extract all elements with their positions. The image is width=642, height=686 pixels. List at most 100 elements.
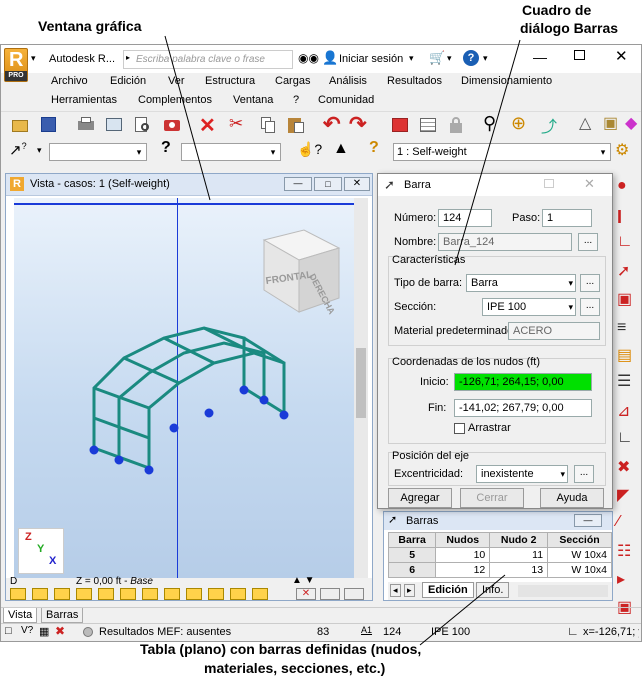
view-icon-6[interactable] [120, 588, 136, 600]
doc-tab-barras[interactable]: Barras [41, 608, 84, 623]
view-icon-10[interactable] [208, 588, 224, 600]
bars-table-minimize-button[interactable]: — [574, 514, 602, 527]
maximize-icon[interactable] [574, 50, 585, 60]
nombre-field[interactable]: Barra_124 [438, 233, 572, 251]
nombre-more-button[interactable]: ... [578, 233, 598, 251]
view-icon-7[interactable] [142, 588, 158, 600]
help-icon[interactable]: ? [463, 50, 479, 66]
signin-dropdown-icon[interactable]: ▾ [409, 53, 414, 64]
view-restore-button[interactable]: □ [314, 177, 342, 191]
view-cube[interactable]: FRONTAL DERECHA [254, 220, 344, 315]
view3d-icon[interactable]: ◆ [625, 113, 637, 133]
supports-icon[interactable]: ∟ [617, 233, 633, 251]
view-icon-2[interactable] [32, 588, 48, 600]
load-case-icon[interactable]: ▲ [333, 140, 349, 158]
bar-dialog-maximize-icon[interactable] [544, 179, 554, 188]
cart-icon[interactable]: 🛒 [429, 50, 445, 66]
undo-icon[interactable]: ↶ [323, 112, 341, 137]
mesh-icon[interactable]: ▣ [603, 113, 618, 133]
excentricidad-more-button[interactable]: ... [574, 465, 594, 483]
table-cell[interactable]: 12 [435, 562, 491, 578]
agregar-button[interactable]: Agregar [388, 488, 452, 508]
column-header[interactable]: Barra [387, 532, 437, 548]
status-query-icon[interactable]: V? [21, 625, 33, 636]
cables-icon[interactable]: ✖ [617, 457, 630, 477]
nodes-icon[interactable]: ● [617, 177, 627, 195]
case-settings-icon[interactable]: ⚙ [615, 140, 629, 160]
menu-ventana[interactable]: Ventana [233, 94, 273, 106]
view-icon-5[interactable] [98, 588, 114, 600]
status-cross-icon[interactable]: ✖ [55, 624, 65, 638]
viewport-3d[interactable]: FRONTAL DERECHA Z Y X [14, 198, 368, 578]
table-icon[interactable] [417, 114, 439, 136]
seccion-select[interactable]: IPE 100 ▾ [482, 298, 576, 316]
tipo-more-button[interactable]: ... [580, 274, 600, 292]
paste-icon[interactable] [285, 114, 307, 136]
help-dropdown-icon[interactable]: ▾ [483, 53, 488, 64]
arrastrar-checkbox[interactable] [454, 423, 465, 434]
paso-field[interactable]: 1 [542, 209, 592, 227]
doc-tab-vista[interactable]: Vista [3, 608, 38, 623]
menu-cargas[interactable]: Cargas [275, 75, 310, 87]
column-header[interactable]: Sección [547, 532, 612, 548]
robot-pro-logo[interactable]: R PRO [4, 48, 28, 82]
app-menu-arrow[interactable]: ▾ [31, 53, 36, 64]
viewport-scroll-thumb[interactable] [356, 348, 366, 418]
menu-complementos[interactable]: Complementos [138, 94, 212, 106]
minimize-icon[interactable]: — [533, 49, 547, 65]
truss-icon[interactable]: ☷ [617, 541, 631, 561]
print-icon[interactable] [75, 114, 97, 136]
hinge-icon[interactable]: ◤ [617, 485, 629, 505]
tab-info[interactable]: Info. [476, 582, 510, 598]
view-icon-4[interactable] [76, 588, 92, 600]
view-icon-3[interactable] [54, 588, 70, 600]
calculator-icon[interactable] [389, 114, 411, 136]
view-minimize-button[interactable]: — [284, 177, 312, 191]
viewport-vertical-scrollbar[interactable] [354, 198, 368, 578]
view-icon-11[interactable] [230, 588, 246, 600]
view-icon-12[interactable] [252, 588, 268, 600]
close-icon[interactable]: ✕ [615, 47, 628, 65]
menu-ver[interactable]: Ver [168, 75, 185, 87]
status-grid-icon[interactable]: ▦ [39, 625, 49, 638]
view-icon-15[interactable] [344, 588, 364, 600]
book-icon[interactable] [103, 114, 125, 136]
table-cell[interactable]: W 10x4 [547, 562, 612, 578]
materials-icon[interactable]: ▣ [617, 289, 632, 309]
node-selection-combo[interactable]: ▾ [181, 143, 281, 161]
view-icon-9[interactable] [186, 588, 202, 600]
search-box[interactable]: ▸ Escriba palabra clave o frase [123, 50, 293, 69]
bars-table-hscroll[interactable] [518, 585, 608, 597]
menu-edicion[interactable]: Edición [110, 75, 146, 87]
view-icon-8[interactable] [164, 588, 180, 600]
column-header[interactable]: Nudo 2 [489, 532, 549, 548]
fin-field[interactable]: -141,02; 267,79; 0,00 [454, 399, 592, 417]
offsets-icon[interactable]: ▤ [617, 345, 632, 365]
more-tools-icon[interactable]: ▸ [617, 569, 625, 589]
tab-scroll-right-icon[interactable]: ▸ [404, 584, 415, 597]
tipo-select[interactable]: Barra ▾ [466, 274, 576, 292]
delete-icon[interactable]: ✕ [199, 113, 216, 138]
redo-icon[interactable]: ↷ [349, 112, 367, 137]
signin-link[interactable]: Iniciar sesión [339, 53, 403, 65]
cerrar-button[interactable]: Cerrar [460, 488, 524, 508]
table-cell[interactable]: 11 [489, 547, 549, 563]
menu-analisis[interactable]: Análisis [329, 75, 367, 87]
releases-icon[interactable]: ≡ [617, 319, 626, 337]
tab-scroll-left-icon[interactable]: ◂ [390, 584, 401, 597]
select-pointer-icon[interactable]: ↗? [9, 141, 27, 159]
view-close-button[interactable]: ✕ [344, 177, 370, 191]
camera-icon[interactable] [161, 114, 183, 136]
properties-icon[interactable]: ☝? [297, 141, 322, 158]
menu-resultados[interactable]: Resultados [387, 75, 442, 87]
node-select-icon[interactable]: ? [161, 139, 171, 157]
bars-icon[interactable]: I [617, 207, 622, 228]
table-row[interactable]: 6 12 13 W 10x4 [387, 562, 612, 578]
geometry-icon[interactable]: ⊿ [617, 401, 630, 421]
frame-icon[interactable]: ∟ [617, 429, 633, 447]
zoom-icon[interactable]: ⚲ [483, 113, 496, 134]
menu-help[interactable]: ? [293, 94, 299, 106]
excentricidad-select[interactable]: inexistente ▾ [476, 465, 568, 483]
cut-icon[interactable]: ✂ [229, 114, 243, 134]
preview-icon[interactable] [131, 114, 153, 136]
